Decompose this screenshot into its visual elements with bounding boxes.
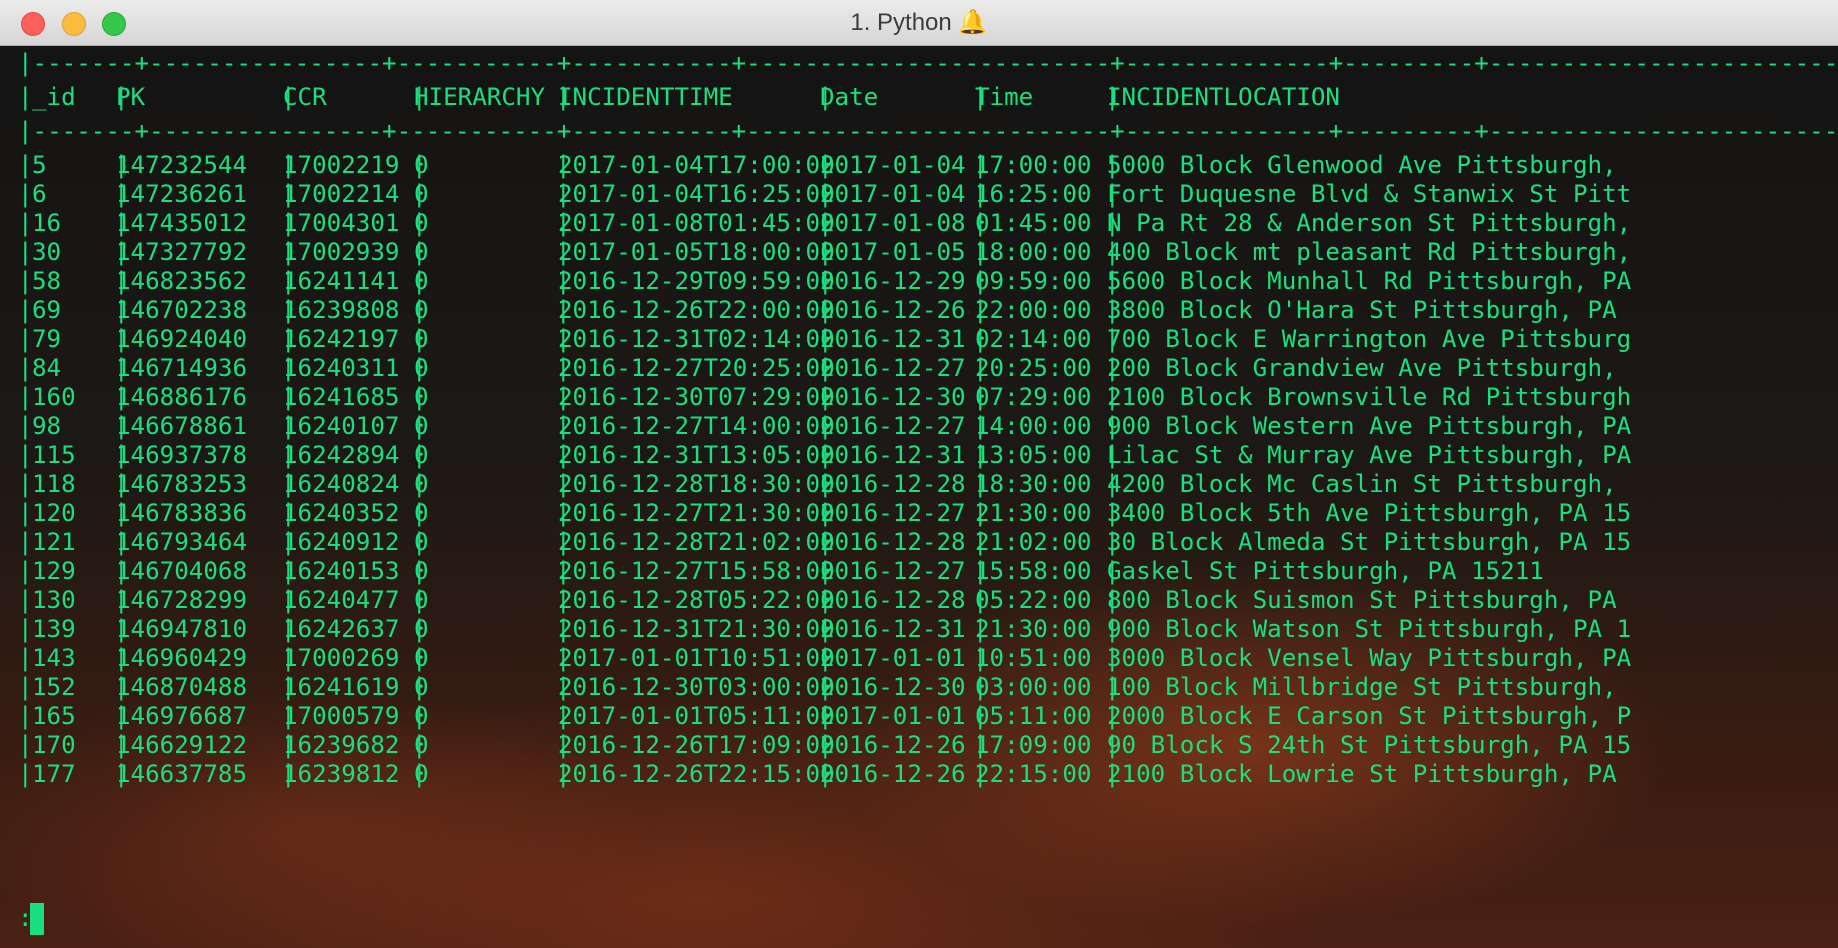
column-header: Time bbox=[975, 83, 1034, 111]
title-bar[interactable]: 1. Python 🔔 bbox=[0, 0, 1838, 46]
table-cell: 2016-12-26T22:15:00 bbox=[558, 760, 835, 788]
column-header: CCR bbox=[283, 83, 327, 111]
terminal-window: 1. Python 🔔 |-------+----------------+---… bbox=[0, 0, 1838, 948]
column-header: INCIDENTTIME bbox=[558, 83, 733, 111]
column-header: PK bbox=[116, 83, 146, 111]
table-border: |-------+----------------+-----------+--… bbox=[18, 117, 1838, 145]
column-header: INCIDENTLOCATION bbox=[1107, 83, 1340, 111]
table-cell: 2016-12-26 bbox=[820, 760, 966, 788]
table-cell: 2100 Block Lowrie St Pittsburgh, PA bbox=[1107, 760, 1617, 788]
window-title: 1. Python 🔔 bbox=[0, 0, 1838, 46]
column-header: Date bbox=[820, 83, 879, 111]
window-title-text: 1. Python bbox=[850, 9, 952, 36]
table-cell: 0 bbox=[414, 760, 429, 788]
table-cell: 177 bbox=[32, 760, 76, 788]
table-cell: 146637785 bbox=[116, 760, 248, 788]
column-separator: | bbox=[18, 83, 33, 111]
column-header: _id bbox=[32, 83, 76, 111]
text-cursor bbox=[30, 903, 44, 935]
column-header: HIERARCHY bbox=[414, 83, 546, 111]
table-cell: 16239812 bbox=[283, 760, 400, 788]
terminal-output[interactable]: |-------+----------------+-----------+--… bbox=[0, 46, 1838, 948]
column-separator: | bbox=[18, 760, 33, 788]
bell-icon: 🔔 bbox=[957, 9, 988, 36]
table-border: |-------+----------------+-----------+--… bbox=[18, 49, 1838, 77]
table-cell: 22:15:00 bbox=[975, 760, 1092, 788]
